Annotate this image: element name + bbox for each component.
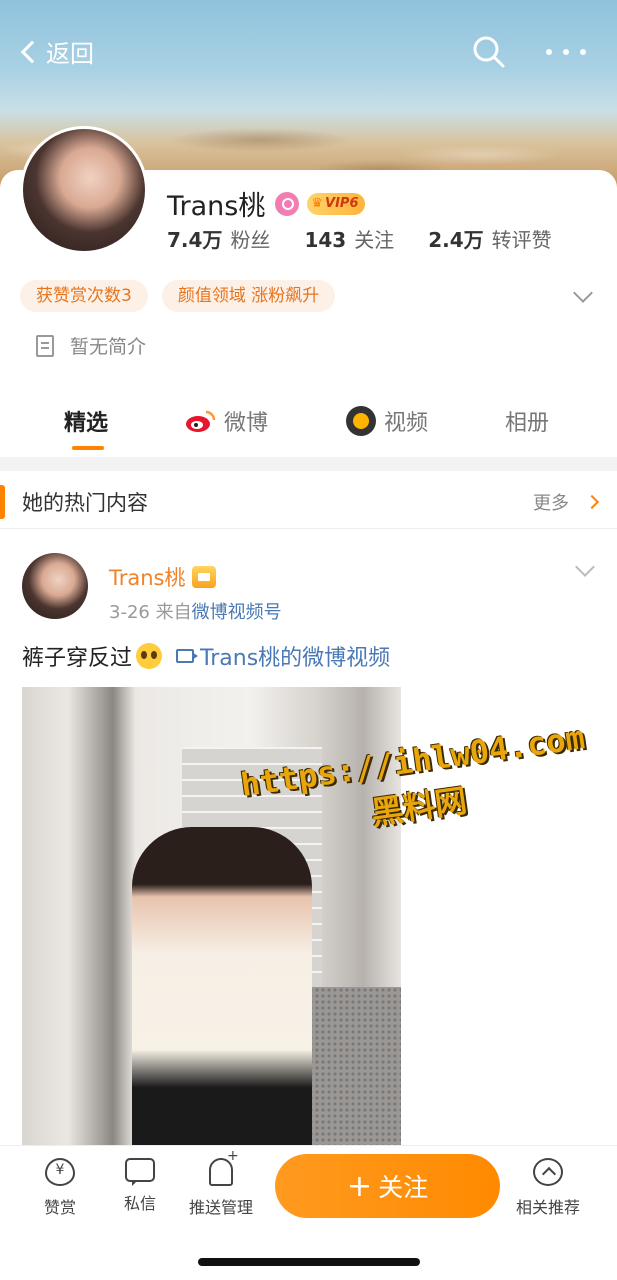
stat-label: 关注 — [354, 228, 395, 252]
chevron-right-icon — [584, 494, 600, 510]
more-link[interactable]: 更多 — [533, 489, 600, 515]
more-label: 更多 — [533, 493, 569, 514]
post-author-avatar[interactable] — [22, 553, 88, 619]
back-label: 返回 — [46, 40, 94, 68]
weibo-icon — [186, 410, 216, 432]
chat-bubble-icon — [125, 1158, 155, 1186]
document-icon — [36, 334, 54, 357]
profile-bio: 暂无简介 — [36, 332, 146, 359]
stat-label: 转评赞 — [491, 228, 552, 252]
post-from-prefix: 来自 — [155, 602, 192, 623]
post-options-chevron-icon[interactable] — [575, 557, 595, 577]
chevron-left-icon — [20, 40, 44, 63]
stat-following[interactable]: 143 关注 — [304, 224, 394, 253]
member-badge-icon — [191, 566, 216, 588]
stat-value: 7.4万 — [167, 228, 223, 252]
post-video-link[interactable]: Trans桃的微博视频 — [176, 640, 390, 672]
back-button[interactable]: 返回 — [18, 34, 94, 69]
post-text-content: 裤子穿反过 — [22, 646, 133, 671]
bell-add-icon — [209, 1148, 239, 1186]
recommend-label: 相关推荐 — [515, 1198, 580, 1217]
tab-label: 相册 — [505, 411, 550, 436]
bio-text: 暂无简介 — [70, 336, 147, 358]
profile-stats: 7.4万 粉丝 143 关注 2.4万 转评赞 — [167, 224, 586, 253]
post-source[interactable]: 微博视频号 — [192, 602, 282, 623]
stat-value: 2.4万 — [428, 228, 484, 252]
post-author-name: Trans桃 — [109, 566, 186, 590]
reward-heart-icon — [45, 1158, 75, 1186]
chevron-up-circle-icon — [533, 1158, 563, 1186]
profile-name-row: Trans桃 ♛ VIP6 — [167, 184, 365, 223]
active-tab-indicator — [72, 446, 104, 450]
hot-content-header: 她的热门内容 更多 — [0, 471, 617, 529]
push-label: 推送管理 — [188, 1198, 253, 1217]
video-link-label: Trans桃的微博视频 — [200, 646, 391, 671]
reward-label: 赞赏 — [43, 1198, 76, 1217]
tag-reward-count[interactable]: 获赞赏次数3 — [20, 280, 148, 312]
tag-trending[interactable]: 颜值领域 涨粉飙升 — [161, 280, 336, 312]
thumbnail-terrazzo-floor — [302, 987, 401, 1145]
stat-followers[interactable]: 7.4万 粉丝 — [167, 224, 270, 253]
tab-album[interactable]: 相册 — [505, 405, 549, 437]
top-nav-bar: 返回 — [0, 30, 617, 74]
home-indicator — [198, 1258, 420, 1266]
related-recommend-button[interactable]: 相关推荐 — [512, 1158, 584, 1218]
pleading-face-emoji-icon — [136, 643, 163, 669]
post-meta: 3-26 来自微博视频号 — [109, 598, 282, 624]
more-dot-icon — [580, 49, 586, 55]
tab-label: 精选 — [64, 411, 109, 436]
search-icon — [473, 36, 505, 68]
post-text: 裤子穿反过 Trans桃的微博视频 — [22, 640, 390, 672]
stat-label: 粉丝 — [230, 228, 271, 252]
message-label: 私信 — [123, 1194, 156, 1213]
section-accent-bar — [0, 485, 5, 519]
message-button[interactable]: 私信 — [105, 1158, 175, 1214]
stat-interactions[interactable]: 2.4万 转评赞 — [428, 224, 551, 253]
profile-name: Trans桃 — [167, 191, 266, 222]
tab-featured[interactable]: 精选 — [64, 405, 108, 437]
hot-content-title: 她的热门内容 — [22, 491, 148, 515]
search-button[interactable] — [471, 34, 507, 70]
push-settings-button[interactable]: 推送管理 — [185, 1148, 257, 1218]
tab-video[interactable]: 视频 — [346, 405, 428, 437]
post-date: 3-26 — [109, 602, 150, 623]
more-dot-icon — [546, 49, 552, 55]
follow-label: 关注 — [378, 1173, 429, 1202]
vip-badge[interactable]: ♛ VIP6 — [307, 192, 365, 215]
female-gender-icon — [275, 191, 300, 216]
reward-button[interactable]: 赞赏 — [25, 1158, 95, 1218]
post-author[interactable]: Trans桃 — [109, 562, 216, 592]
follow-button[interactable]: + 关注 — [275, 1154, 500, 1218]
tab-weibo[interactable]: 微博 — [184, 405, 268, 437]
video-channel-icon — [346, 406, 376, 436]
crown-icon: ♛ — [311, 196, 324, 211]
more-options-button[interactable] — [546, 38, 586, 66]
thumbnail-person — [132, 827, 312, 1145]
plus-icon: + — [346, 1168, 373, 1204]
tab-label: 微博 — [224, 411, 269, 436]
more-dot-icon — [563, 49, 569, 55]
profile-avatar[interactable] — [20, 126, 148, 254]
section-divider — [0, 457, 617, 471]
vip-label: VIP6 — [325, 196, 359, 211]
video-camera-icon — [176, 649, 199, 663]
profile-tags: 获赞赏次数3 颜值领域 涨粉飙升 — [20, 280, 349, 312]
tab-label: 视频 — [384, 411, 429, 436]
stat-value: 143 — [304, 228, 347, 252]
